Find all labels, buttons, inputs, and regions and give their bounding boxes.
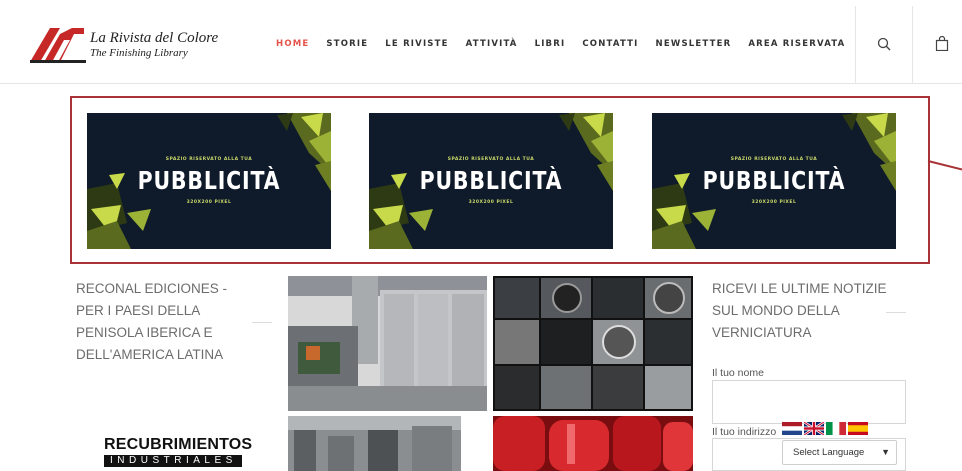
site-logo[interactable]: [30, 26, 86, 64]
reconal-heading[interactable]: RECONAL EDICIONES - PER I PAESI DELLA PE…: [76, 278, 256, 366]
industrial-plant-image[interactable]: [288, 276, 487, 411]
nav-libri[interactable]: LIBRI: [535, 39, 566, 49]
divider: [886, 312, 906, 313]
language-select-value: Select Language: [793, 447, 865, 458]
language-flags: [782, 422, 868, 435]
header-divider: [855, 6, 856, 84]
logo-text: INDUSTRIALES: [104, 455, 242, 467]
divider: [252, 322, 272, 323]
header-divider: [912, 6, 913, 84]
ad-small-text: SPAZIO RISERVATO ALLA TUA: [447, 157, 535, 162]
ad-banner-3[interactable]: SPAZIO RISERVATO ALLA TUA PUBBLICITÀ 320…: [652, 113, 896, 249]
nav-newsletter[interactable]: NEWSLETTER: [656, 39, 732, 49]
nav-attivita[interactable]: ATTIVITÀ: [466, 39, 518, 49]
nav-le-riviste[interactable]: LE RIVISTE: [385, 39, 448, 49]
flag-nl-icon[interactable]: [782, 422, 802, 435]
nav-contatti[interactable]: CONTATTI: [582, 39, 638, 49]
newsletter-heading: RICEVI LE ULTIME NOTIZIE SUL MONDO DELLA…: [712, 281, 887, 340]
ad-headline: PUBBLICITÀ: [137, 166, 281, 195]
main-nav: HOME STORIE LE RIVISTE ATTIVITÀ LIBRI CO…: [276, 39, 862, 49]
site-title[interactable]: La Rivista del Colore: [90, 30, 218, 47]
painting-line-image[interactable]: [288, 416, 461, 471]
shopping-bag-icon[interactable]: [935, 36, 949, 51]
ad-small-text: SPAZIO RISERVATO ALLA TUA: [165, 157, 253, 162]
ad-size-text: 320X200 PIXEL: [186, 200, 232, 205]
chevron-down-icon: ▼: [881, 447, 890, 457]
annotation-line: [927, 160, 962, 172]
name-label: Il tuo nome: [712, 367, 764, 379]
ad-small-text: SPAZIO RISERVATO ALLA TUA: [730, 157, 818, 162]
ad-headline: PUBBLICITÀ: [702, 166, 846, 195]
ad-banner-2[interactable]: SPAZIO RISERVATO ALLA TUA PUBBLICITÀ 320…: [369, 113, 613, 249]
name-field[interactable]: [712, 380, 906, 424]
site-header: La Rivista del Colore The Finishing Libr…: [0, 0, 962, 84]
logo-text: RECUBRIMIENTOS: [104, 436, 253, 453]
nav-area-riservata[interactable]: AREA RISERVATA: [748, 39, 845, 49]
flag-it-icon[interactable]: [826, 422, 846, 435]
site-subtitle: The Finishing Library: [90, 47, 188, 59]
recubrimientos-logo[interactable]: RECUBRIMIENTOS INDUSTRIALES: [104, 436, 253, 471]
nav-storie[interactable]: STORIE: [326, 39, 368, 49]
search-icon[interactable]: [877, 37, 891, 51]
email-label: Il tuo indirizzo: [712, 426, 777, 438]
ad-banner-1[interactable]: SPAZIO RISERVATO ALLA TUA PUBBLICITÀ 320…: [87, 113, 331, 249]
ad-size-text: 320X200 PIXEL: [751, 200, 797, 205]
flag-es-icon[interactable]: [848, 422, 868, 435]
flag-en-icon[interactable]: [804, 422, 824, 435]
language-select[interactable]: Select Language ▼: [782, 440, 897, 465]
ad-size-text: 320X200 PIXEL: [468, 200, 514, 205]
nav-home[interactable]: HOME: [276, 39, 309, 49]
ad-headline: PUBBLICITÀ: [419, 166, 563, 195]
red-cylinders-image[interactable]: [493, 416, 693, 471]
car-interior-collage-image[interactable]: [493, 276, 693, 411]
